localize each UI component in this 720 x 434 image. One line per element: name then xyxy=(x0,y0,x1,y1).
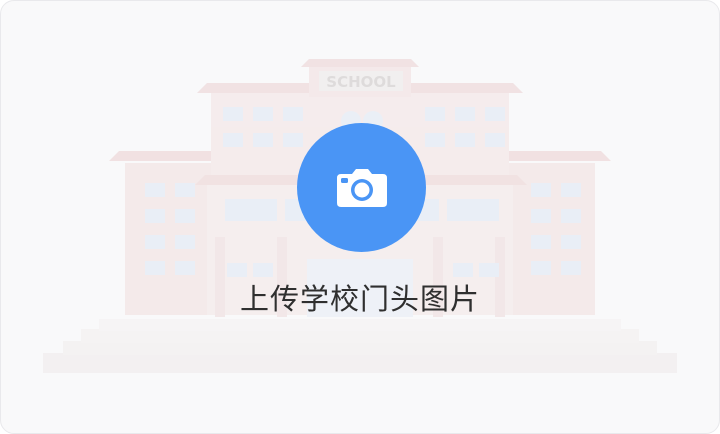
upload-label: 上传学校门头图片 xyxy=(239,282,480,316)
camera-icon xyxy=(336,168,387,207)
upload-card[interactable]: SCHOOL 上传学校门头图片 xyxy=(0,0,720,434)
upload-photo-button[interactable] xyxy=(297,123,426,252)
school-sign: SCHOOL xyxy=(326,73,396,91)
